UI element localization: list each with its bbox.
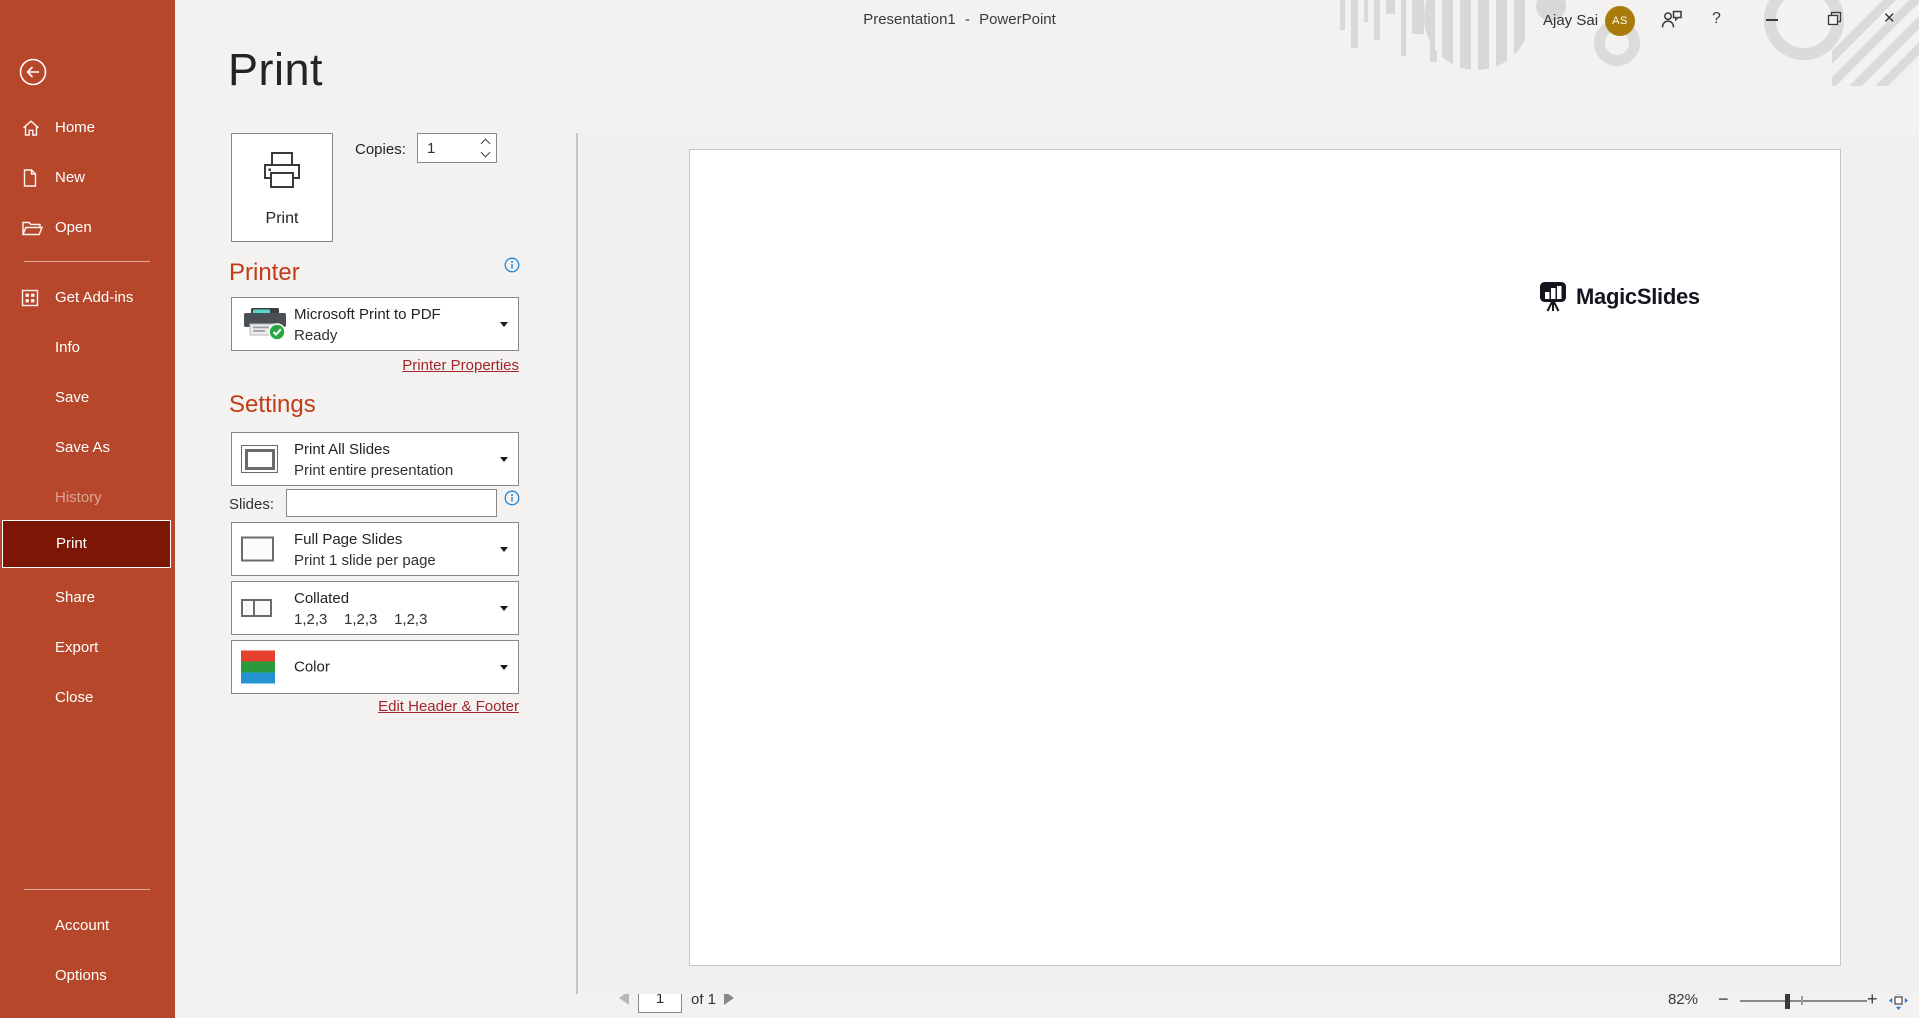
dropdown-label: Full Page Slides — [294, 531, 403, 548]
magicslides-logo-icon — [1540, 282, 1566, 312]
settings-section-heading: Settings — [229, 391, 316, 418]
chevron-down-icon — [500, 665, 508, 670]
edit-header-footer-link[interactable]: Edit Header & Footer — [231, 698, 519, 715]
print-button[interactable]: Print — [231, 133, 333, 242]
title-bar: Presentation1 - PowerPoint Ajay Sai AS ?… — [0, 0, 1919, 40]
sidebar-item-label: Open — [55, 219, 92, 236]
printer-dropdown[interactable]: Microsoft Print to PDF Ready — [231, 297, 519, 351]
minimize-button[interactable] — [1766, 19, 1778, 21]
copies-label: Copies: — [355, 141, 406, 158]
sidebar-item-label: New — [55, 169, 86, 186]
sidebar-divider — [24, 889, 150, 890]
color-mode-icon — [241, 650, 275, 684]
sidebar-item-open[interactable]: Open — [0, 203, 175, 253]
stepper-down-icon[interactable] — [480, 147, 491, 158]
backstage-sidebar: Home New Open Get Add-ins Info Save Save… — [0, 0, 175, 1018]
slide-logo: MagicSlides — [1538, 281, 1700, 313]
avatar[interactable]: AS — [1605, 6, 1635, 36]
user-name[interactable]: Ajay Sai — [1543, 12, 1598, 29]
close-window-button[interactable]: ✕ — [1883, 9, 1896, 27]
sidebar-item-label: Options — [55, 967, 107, 984]
collation-dropdown[interactable]: Collated 1,2,3 1,2,3 1,2,3 — [231, 581, 519, 635]
copies-input[interactable] — [418, 134, 476, 162]
sidebar-item-label: Close — [55, 689, 94, 706]
printer-status: Ready — [294, 327, 338, 344]
zoom-slider-track[interactable] — [1740, 1000, 1867, 1002]
sidebar-item-print[interactable]: Print — [2, 520, 171, 568]
printer-info-icon[interactable] — [504, 257, 520, 273]
sidebar-item-label: Save As — [55, 439, 111, 456]
dropdown-sublabel: Print entire presentation — [294, 462, 454, 479]
printer-section-heading: Printer — [229, 259, 300, 286]
sidebar-item-export[interactable]: Export — [0, 623, 175, 673]
sidebar-item-label: Print — [56, 535, 87, 552]
chevron-down-icon — [500, 547, 508, 552]
feedback-icon[interactable] — [1660, 9, 1683, 30]
slides-info-icon[interactable] — [504, 490, 520, 506]
sidebar-item-save[interactable]: Save — [0, 373, 175, 423]
copies-stepper — [417, 133, 497, 163]
sidebar-item-account[interactable]: Account — [0, 901, 175, 951]
printer-device-icon — [244, 308, 286, 341]
sidebar-item-label: Account — [55, 917, 110, 934]
color-mode-dropdown[interactable]: Color — [231, 640, 519, 694]
restore-window-button[interactable] — [1827, 11, 1842, 26]
dropdown-sublabel: 1,2,3 1,2,3 1,2,3 — [294, 611, 428, 628]
zoom-slider-thumb[interactable] — [1785, 992, 1790, 1009]
sidebar-item-history: History — [0, 473, 175, 523]
sidebar-item-label: Home — [55, 119, 96, 136]
dropdown-label: Collated — [294, 590, 350, 607]
chevron-down-icon — [500, 457, 508, 462]
back-icon[interactable] — [18, 57, 48, 87]
open-folder-icon — [21, 221, 43, 236]
printer-properties-link[interactable]: Printer Properties — [231, 357, 519, 374]
new-document-icon — [23, 169, 37, 187]
slide-preview — [689, 149, 1841, 966]
zoom-slider-center-tick — [1801, 996, 1803, 1005]
sidebar-item-label: Save — [55, 389, 90, 406]
printer-name: Microsoft Print to PDF — [294, 306, 441, 323]
page-title: Print — [228, 44, 324, 95]
print-layout-dropdown[interactable]: Full Page Slides Print 1 slide per page — [231, 522, 519, 576]
add-ins-grid-icon — [21, 289, 39, 307]
powerpoint-backstage-print: Presentation1 - PowerPoint Ajay Sai AS ?… — [0, 0, 1919, 1018]
sidebar-item-label: Get Add-ins — [55, 289, 134, 306]
sidebar-item-label: Share — [55, 589, 96, 606]
print-range-dropdown[interactable]: Print All Slides Print entire presentati… — [231, 432, 519, 486]
home-icon — [23, 120, 39, 136]
sidebar-item-get-addins[interactable]: Get Add-ins — [0, 273, 175, 323]
sidebar-item-new[interactable]: New — [0, 153, 175, 203]
sidebar-item-info[interactable]: Info — [0, 323, 175, 373]
dropdown-label: Print All Slides — [294, 441, 390, 458]
collated-icon — [241, 599, 272, 617]
dropdown-sublabel: Print 1 slide per page — [294, 552, 436, 569]
print-button-label: Print — [265, 210, 299, 227]
sidebar-item-label: History — [55, 489, 102, 506]
sidebar-item-share[interactable]: Share — [0, 573, 175, 623]
sidebar-item-home[interactable]: Home — [0, 103, 175, 153]
sidebar-item-close[interactable]: Close — [0, 673, 175, 723]
chevron-down-icon — [500, 322, 508, 327]
sidebar-item-save-as[interactable]: Save As — [0, 423, 175, 473]
sidebar-item-options[interactable]: Options — [0, 951, 175, 1001]
slides-range-input[interactable] — [286, 489, 497, 517]
full-page-slides-icon — [241, 536, 274, 562]
slide-logo-text: MagicSlides — [1576, 284, 1700, 309]
help-icon[interactable]: ? — [1712, 10, 1721, 28]
pane-divider — [576, 133, 578, 994]
chevron-down-icon — [500, 606, 508, 611]
sidebar-divider — [24, 261, 150, 262]
sidebar-item-label: Export — [55, 639, 99, 656]
dropdown-label: Color — [294, 658, 330, 676]
printer-icon — [264, 152, 300, 188]
sidebar-item-label: Info — [55, 339, 81, 356]
slides-label: Slides: — [229, 496, 275, 513]
print-all-slides-icon — [241, 445, 278, 473]
